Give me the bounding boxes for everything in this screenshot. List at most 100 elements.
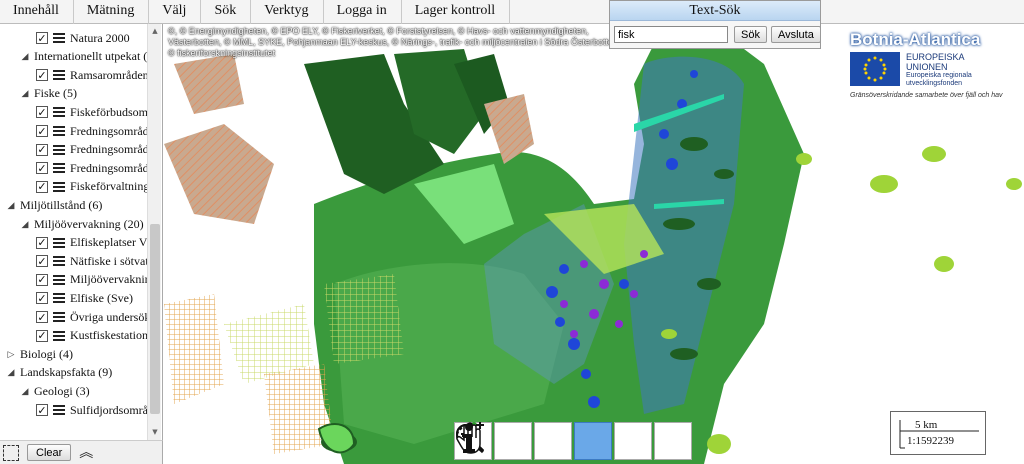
expanded-triangle-icon[interactable]: ◢: [20, 219, 30, 230]
tree-label: Fredningsområd: [70, 142, 149, 157]
scroll-down-icon[interactable]: ▼: [150, 427, 160, 437]
tree-layer[interactable]: ✓ Fiskeförvaltnings: [36, 178, 154, 196]
tree-layer[interactable]: ✓ Övriga undersök: [36, 308, 150, 326]
tree-label: Miljöövervakning: [70, 272, 157, 287]
expanded-triangle-icon[interactable]: ◢: [20, 88, 30, 99]
menu-innehall[interactable]: Innehåll: [0, 0, 74, 24]
menu-matning[interactable]: Mätning: [74, 0, 150, 24]
layer-checkbox[interactable]: ✓: [36, 311, 48, 323]
list-icon: [53, 181, 65, 192]
tree-layer[interactable]: ✓ Fiskeförbudsomr: [36, 103, 152, 121]
tree-label: Elfiske (Sve): [70, 290, 133, 305]
tree-group[interactable]: ◢ Fiske (5): [20, 85, 77, 103]
list-icon: [53, 330, 65, 341]
clear-button[interactable]: Clear: [27, 444, 72, 461]
expanded-triangle-icon[interactable]: ◢: [20, 51, 30, 62]
menu-lager-kontroll[interactable]: Lager kontroll: [402, 0, 511, 24]
layer-checkbox[interactable]: ✓: [36, 236, 48, 249]
layer-checkbox[interactable]: ✓: [36, 143, 48, 156]
tree-group[interactable]: ◢ Landskapsfakta (9): [6, 364, 113, 382]
list-icon: [53, 237, 65, 248]
pan-button[interactable]: [456, 422, 652, 460]
list-icon: [53, 293, 65, 304]
menu-sok[interactable]: Sök: [201, 0, 252, 24]
eu-text: EUROPEISKA UNIONEN Europeiska regionala …: [906, 52, 972, 88]
tree-group[interactable]: ◢ Geologi (3): [20, 382, 90, 400]
layer-checkbox[interactable]: ✓: [36, 32, 48, 44]
close-search-button[interactable]: Avsluta: [770, 26, 821, 43]
tree-layer[interactable]: ✓ Elfiskeplatser Vä: [36, 234, 153, 252]
layer-checkbox[interactable]: ✓: [36, 273, 48, 286]
tree-layer[interactable]: ✓ Ramsarområden: [36, 66, 149, 84]
layer-checkbox[interactable]: ✓: [36, 69, 48, 82]
collapse-icon[interactable]: ︽: [79, 446, 93, 460]
text-search-title: Text-Sök: [610, 1, 820, 21]
layer-checkbox[interactable]: ✓: [36, 125, 48, 137]
sidebar-scrollbar[interactable]: ▲ ▼: [147, 24, 161, 440]
tree-layer[interactable]: ✓ Miljöövervakning: [36, 271, 157, 289]
tree-group[interactable]: ◢ Miljöövervakning (20): [20, 215, 144, 233]
text-search-dialog: Text-Sök Sök Avsluta: [609, 0, 821, 49]
info-icon: [463, 423, 475, 453]
layer-checkbox[interactable]: ✓: [36, 255, 48, 268]
tree-layer[interactable]: ✓ Fredningsområd: [36, 159, 149, 177]
logo-title: Botnia-Atlantica: [850, 30, 981, 49]
expanded-triangle-icon[interactable]: ◢: [20, 386, 30, 397]
scroll-up-icon[interactable]: ▲: [150, 26, 160, 36]
collapsed-triangle-icon[interactable]: ▷: [6, 349, 16, 360]
layer-checkbox[interactable]: ✓: [36, 106, 48, 119]
list-icon: [53, 405, 65, 415]
tree-label: Ramsarområden: [70, 67, 149, 82]
tree-label: Övriga undersök: [70, 309, 151, 324]
layer-checkbox[interactable]: ✓: [36, 162, 48, 175]
tree-layer[interactable]: ✓ Fredningsområd: [36, 141, 149, 159]
scrollbar-thumb[interactable]: [150, 224, 160, 414]
tree-label: Miljötillstånd (6): [20, 197, 103, 212]
list-icon: [53, 312, 65, 322]
menu-logga-in[interactable]: Logga in: [324, 0, 402, 24]
tree-label: Miljöövervakning (20): [34, 216, 144, 231]
zoom-in-button[interactable]: [456, 422, 532, 460]
layer-checkbox[interactable]: ✓: [36, 180, 48, 193]
search-button[interactable]: Sök: [734, 26, 767, 43]
list-icon: [53, 126, 65, 136]
select-area-icon[interactable]: [3, 444, 19, 461]
tree-layer[interactable]: ✓ Kustfiskestation: [36, 327, 148, 345]
map-attribution: ©, © Energimyndigheten, © EPO ELY, © Fis…: [168, 26, 621, 58]
sidebar-toolbar: Clear ︽: [0, 440, 163, 464]
layer-checkbox[interactable]: ✓: [36, 329, 48, 342]
tree-group[interactable]: ◢ Internationellt utpekat (6: [20, 48, 154, 66]
list-icon: [53, 107, 65, 118]
layer-checkbox[interactable]: ✓: [36, 404, 48, 416]
menu-valj[interactable]: Välj: [149, 0, 202, 24]
tree-group[interactable]: ▷ Biologi (4): [6, 345, 73, 363]
tree-layer[interactable]: ✓ Sulfidjordsområ: [36, 401, 148, 419]
eu-line2: UNIONEN: [906, 62, 948, 72]
tree-label: Elfiskeplatser Vä: [70, 235, 153, 250]
eu-flag-icon: [850, 52, 900, 86]
botnia-atlantica-logo: Botnia-Atlantica EUROPEISKA UNIONEN Euro…: [844, 30, 1024, 104]
map-canvas[interactable]: ©, © Energimyndigheten, © EPO ELY, © Fis…: [164, 24, 1024, 464]
list-icon: [53, 70, 65, 81]
logo-tagline: Gränsöverskridande samarbete över fjäll …: [850, 92, 1003, 99]
map-toolbar: [454, 422, 694, 462]
layer-checkbox[interactable]: ✓: [36, 292, 48, 305]
menu-verktyg[interactable]: Verktyg: [251, 0, 324, 24]
zoom-out-button[interactable]: [456, 422, 572, 460]
tree-group[interactable]: ◢ Miljötillstånd (6): [6, 196, 103, 214]
text-search-input[interactable]: [614, 26, 728, 43]
tree-label: Geologi (3): [34, 383, 90, 398]
tree-layer[interactable]: ✓ Fredningsområd: [36, 122, 149, 140]
expanded-triangle-icon[interactable]: ◢: [6, 200, 16, 211]
layer-tree-panel: ✓ Natura 2000 ◢ Internationellt utpekat (6 ✓…: [0, 24, 163, 440]
tree-label: Sulfidjordsområ: [70, 402, 148, 417]
eu-line3: Europeiska regionala: [906, 72, 972, 79]
expanded-triangle-icon[interactable]: ◢: [6, 367, 16, 378]
tree-layer[interactable]: ✓ Nätfiske i sötvatt: [36, 252, 152, 270]
info-button[interactable]: [463, 422, 692, 460]
tree-layer[interactable]: ✓ Elfiske (Sve): [36, 289, 133, 307]
tree-label: Fredningsområd: [70, 160, 149, 175]
zoom-box-button[interactable]: [456, 422, 612, 460]
list-icon: [53, 144, 65, 155]
tree-layer[interactable]: ✓ Natura 2000: [36, 29, 130, 47]
